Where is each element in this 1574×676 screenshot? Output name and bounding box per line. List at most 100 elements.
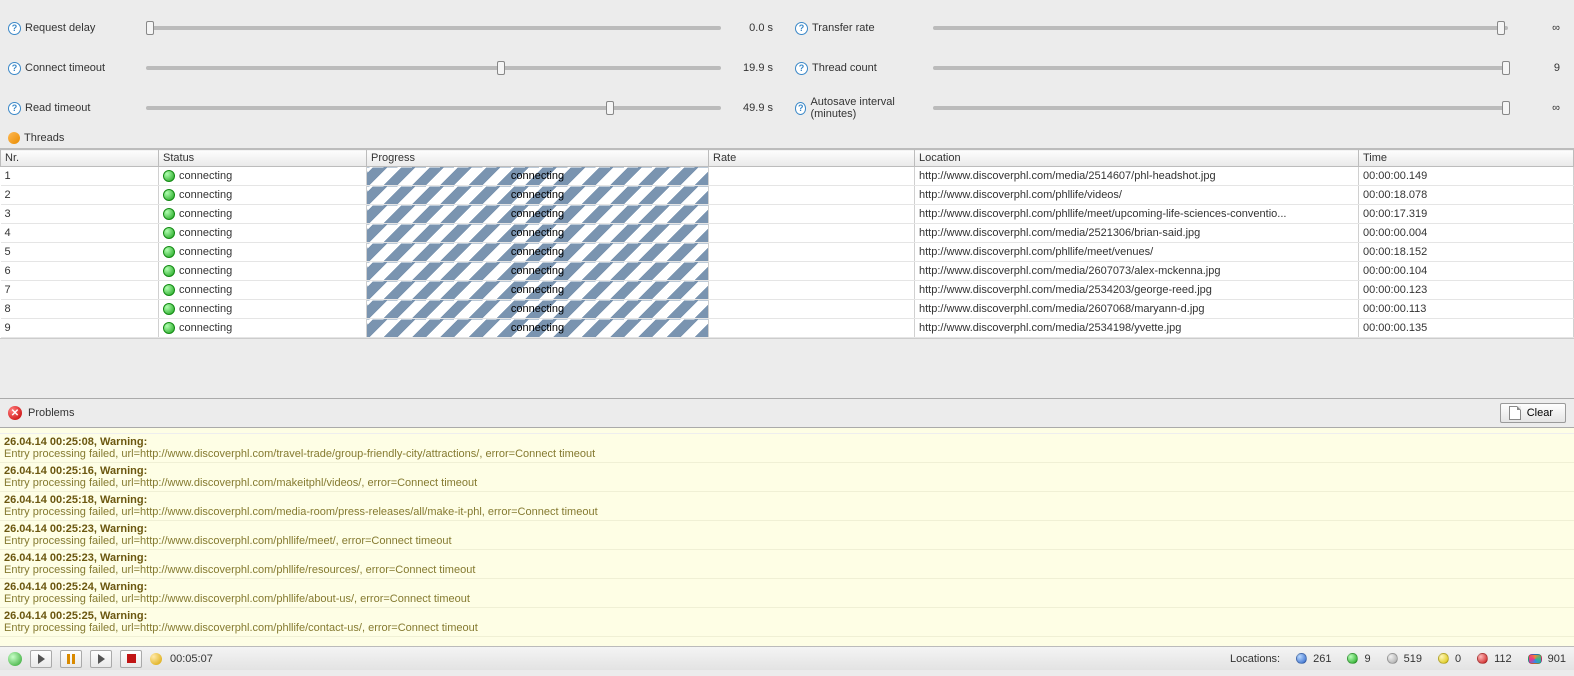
table-row[interactable]: 3connectingconnectinghttp://www.discover… (1, 205, 1574, 224)
cell-time: 00:00:18.078 (1359, 186, 1574, 205)
cell-location: http://www.discoverphl.com/media/2534203… (915, 281, 1359, 300)
status-count-red: 112 (1477, 653, 1512, 665)
help-icon[interactable]: ? (8, 102, 21, 115)
status-dot-icon (163, 303, 175, 315)
threads-label: Threads (24, 132, 64, 144)
status-count-blue: 261 (1296, 653, 1331, 665)
table-row[interactable]: 8connectingconnectinghttp://www.discover… (1, 300, 1574, 319)
column-header[interactable]: Progress (367, 150, 709, 167)
log-header: 26.04.14 00:25:23, Warning: (4, 523, 1570, 535)
column-header[interactable]: Status (159, 150, 367, 167)
setting-row-connect-timeout: ?Connect timeout19.9 s (8, 48, 779, 88)
cell-rate (709, 300, 915, 319)
status-count-value: 519 (1404, 653, 1422, 665)
cell-location: http://www.discoverphl.com/media/2534198… (915, 319, 1359, 338)
setting-value: ∞ (1516, 22, 1566, 34)
threads-icon (8, 132, 20, 144)
setting-value: 0.0 s (729, 22, 779, 34)
status-dot-icon (163, 170, 175, 182)
column-header[interactable]: Time (1359, 150, 1574, 167)
setting-value: 9 (1516, 62, 1566, 74)
log-body: Entry processing failed, url=http://www.… (4, 593, 1570, 605)
cell-status: connecting (159, 205, 367, 224)
slider-track[interactable] (146, 106, 721, 110)
log-entry: 26.04.14 00:25:16, Warning:Entry process… (0, 463, 1574, 492)
status-count-multi: 901 (1528, 653, 1566, 665)
log-entry: 26.04.14 00:25:18, Warning:Entry process… (0, 492, 1574, 521)
clear-button[interactable]: Clear (1500, 403, 1566, 423)
step-button[interactable] (90, 650, 112, 668)
cell-status: connecting (159, 281, 367, 300)
cell-progress: connecting (367, 205, 709, 224)
cell-progress: connecting (367, 281, 709, 300)
cell-rate (709, 262, 915, 281)
column-header[interactable]: Rate (709, 150, 915, 167)
status-count-green: 9 (1347, 653, 1370, 665)
table-row[interactable]: 7connectingconnectinghttp://www.discover… (1, 281, 1574, 300)
table-row[interactable]: 6connectingconnectinghttp://www.discover… (1, 262, 1574, 281)
table-row[interactable]: 4connectingconnectinghttp://www.discover… (1, 224, 1574, 243)
cell-time: 00:00:00.004 (1359, 224, 1574, 243)
help-icon[interactable]: ? (795, 102, 806, 115)
setting-row-transfer-rate: ? Transfer rate ∞ (795, 8, 1566, 48)
setting-label: Read timeout (25, 102, 90, 114)
status-count-value: 901 (1548, 653, 1566, 665)
help-icon[interactable]: ? (795, 62, 808, 75)
help-icon[interactable]: ? (8, 22, 21, 35)
help-icon[interactable]: ? (8, 62, 21, 75)
help-icon[interactable]: ? (795, 22, 808, 35)
pause-button[interactable] (60, 650, 82, 668)
problems-log[interactable]: … 26.04.14 00:25:08, Warning:Entry proce… (0, 428, 1574, 646)
play-button[interactable] (30, 650, 52, 668)
error-icon: ✕ (8, 406, 22, 420)
slider-track[interactable] (933, 106, 1508, 110)
table-row[interactable]: 2connectingconnectinghttp://www.discover… (1, 186, 1574, 205)
slider-thumb[interactable] (1502, 101, 1510, 115)
status-dot-icon (163, 322, 175, 334)
problems-label: Problems (28, 407, 74, 419)
status-dot-icon (163, 227, 175, 239)
slider-track[interactable] (933, 26, 1508, 30)
setting-label: Autosave interval (minutes) (810, 96, 925, 120)
slider-thumb[interactable] (606, 101, 614, 115)
cell-progress: connecting (367, 224, 709, 243)
stop-button[interactable] (120, 650, 142, 668)
status-dot-icon (163, 246, 175, 258)
cell-nr: 4 (1, 224, 159, 243)
status-count-yellow: 0 (1438, 653, 1461, 665)
locations-label: Locations: (1230, 653, 1280, 665)
elapsed-time: 00:05:07 (170, 653, 213, 665)
log-header: 26.04.14 00:25:23, Warning: (4, 552, 1570, 564)
column-header[interactable]: Nr. (1, 150, 159, 167)
threads-header: Threads (0, 128, 1574, 148)
cell-location: http://www.discoverphl.com/phllife/meet/… (915, 243, 1359, 262)
cell-rate (709, 205, 915, 224)
status-dot-green-icon (1347, 653, 1358, 664)
cell-progress: connecting (367, 319, 709, 338)
slider-thumb[interactable] (1502, 61, 1510, 75)
status-dot-grey-icon (1387, 653, 1398, 664)
table-row[interactable]: 5connectingconnectinghttp://www.discover… (1, 243, 1574, 262)
log-body: Entry processing failed, url=http://www.… (4, 535, 1570, 547)
table-row[interactable]: 1connectingconnectinghttp://www.discover… (1, 167, 1574, 186)
slider-thumb[interactable] (146, 21, 154, 35)
problems-header-bar: ✕ Problems Clear (0, 398, 1574, 428)
cell-nr: 1 (1, 167, 159, 186)
slider-track[interactable] (146, 66, 721, 70)
cell-location: http://www.discoverphl.com/phllife/video… (915, 186, 1359, 205)
slider-thumb[interactable] (1497, 21, 1505, 35)
slider-track[interactable] (146, 26, 721, 30)
status-count-value: 112 (1494, 653, 1512, 665)
cell-nr: 7 (1, 281, 159, 300)
log-header: 26.04.14 00:25:24, Warning: (4, 581, 1570, 593)
record-icon (150, 653, 162, 665)
column-header[interactable]: Location (915, 150, 1359, 167)
status-dot-icon (163, 265, 175, 277)
cell-rate (709, 319, 915, 338)
cell-progress: connecting (367, 186, 709, 205)
cell-status: connecting (159, 319, 367, 338)
slider-track[interactable] (933, 66, 1508, 70)
slider-thumb[interactable] (497, 61, 505, 75)
table-row[interactable]: 9connectingconnectinghttp://www.discover… (1, 319, 1574, 338)
setting-label: Transfer rate (812, 22, 875, 34)
